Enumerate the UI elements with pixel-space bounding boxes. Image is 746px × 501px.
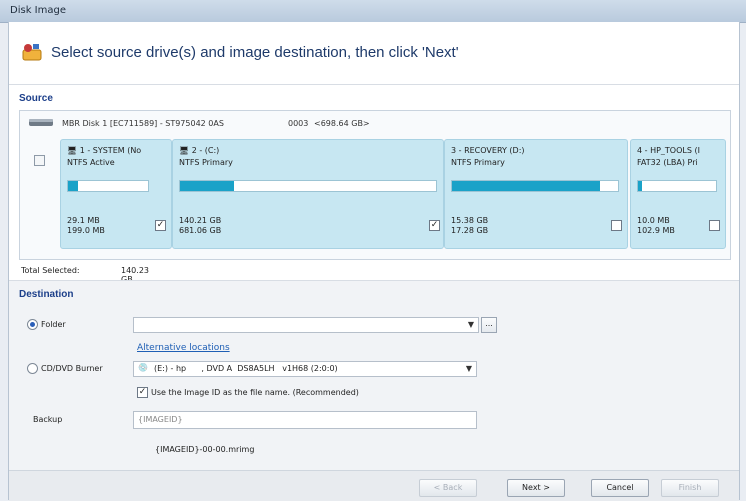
partition-used: 140.21 GB bbox=[179, 216, 222, 225]
partition-2[interactable]: 🖥 2 - (C:) NTFS Primary 140.21 GB 681.06… bbox=[172, 139, 444, 249]
chevron-down-icon: ▼ bbox=[465, 364, 472, 373]
burner-radio[interactable] bbox=[27, 363, 38, 374]
partition-used: 10.0 MB bbox=[637, 216, 670, 225]
partition-3[interactable]: 3 - RECOVERY (D:) NTFS Primary 15.38 GB … bbox=[444, 139, 628, 249]
filename-preview: {IMAGEID}-00-00.mrimg bbox=[155, 445, 255, 454]
partition-total: 199.0 MB bbox=[67, 226, 105, 235]
usage-bar bbox=[67, 180, 149, 192]
partition-4[interactable]: 4 - HP_TOOLS (I FAT32 (LBA) Pri 10.0 MB … bbox=[630, 139, 726, 249]
usage-fill bbox=[638, 181, 642, 191]
burner-label: CD/DVD Burner bbox=[41, 364, 103, 373]
header-divider bbox=[9, 84, 739, 85]
usage-bar bbox=[179, 180, 437, 192]
alternative-locations-link[interactable]: Alternative locations bbox=[137, 343, 230, 353]
partition-used: 15.38 GB bbox=[451, 216, 489, 225]
partition-checkbox[interactable]: ✓ bbox=[155, 220, 166, 231]
burner-select[interactable]: 💿 (E:) - hp , DVD A DS8A5LH v1H68 (2:0:0… bbox=[133, 361, 477, 377]
usage-bar bbox=[637, 180, 717, 192]
total-selected: Total Selected: 140.23 GB bbox=[21, 266, 149, 284]
partition-fs: NTFS Active bbox=[67, 158, 115, 167]
destination-panel: Destination Folder ▼ ... Alternative loc… bbox=[9, 280, 739, 471]
partition-used: 29.1 MB bbox=[67, 216, 100, 225]
finish-button[interactable]: Finish bbox=[661, 479, 719, 497]
use-image-id-label: Use the Image ID as the file name. (Reco… bbox=[151, 388, 359, 397]
partition-checkbox[interactable] bbox=[709, 220, 720, 231]
title-bar: Disk Image bbox=[0, 0, 746, 23]
partition-fs: NTFS Primary bbox=[179, 158, 233, 167]
next-button[interactable]: Next > bbox=[507, 479, 565, 497]
partition-fs: FAT32 (LBA) Pri bbox=[637, 158, 698, 167]
browse-button[interactable]: ... bbox=[481, 317, 497, 333]
dvd-drive-icon: 💿 bbox=[138, 363, 148, 372]
back-button[interactable]: < Back bbox=[419, 479, 477, 497]
disk-image-icon bbox=[22, 44, 42, 61]
partition-total: 17.28 GB bbox=[451, 226, 489, 235]
partition-1[interactable]: 🖥 1 - SYSTEM (No NTFS Active 29.1 MB 199… bbox=[60, 139, 172, 249]
partition-total: 102.9 MB bbox=[637, 226, 675, 235]
destination-label: Destination bbox=[19, 289, 74, 300]
disk-info: MBR Disk 1 [EC711589] - ST975042 0AS 000… bbox=[62, 119, 370, 128]
usage-fill bbox=[452, 181, 600, 191]
usage-fill bbox=[68, 181, 78, 191]
disk-id: 0003 bbox=[288, 119, 309, 128]
header: Select source drive(s) and image destina… bbox=[9, 22, 739, 84]
partition-name: 🖥 2 - (C:) bbox=[179, 146, 220, 155]
hard-disk-icon bbox=[29, 119, 53, 126]
footer: < Back Next > Cancel Finish bbox=[9, 470, 739, 501]
chevron-down-icon: ▼ bbox=[467, 320, 474, 329]
dialog: Select source drive(s) and image destina… bbox=[8, 22, 740, 501]
window-title: Disk Image bbox=[10, 5, 66, 16]
folder-label: Folder bbox=[41, 320, 66, 329]
source-label: Source bbox=[19, 93, 53, 104]
folder-input[interactable]: ▼ bbox=[133, 317, 479, 333]
partition-fs: NTFS Primary bbox=[451, 158, 505, 167]
burner-value: (E:) - hp , DVD A DS8A5LH v1H68 (2:0:0) bbox=[154, 364, 338, 373]
partition-checkbox[interactable]: ✓ bbox=[429, 220, 440, 231]
partition-name: 4 - HP_TOOLS (I bbox=[637, 146, 700, 155]
partition-total: 681.06 GB bbox=[179, 226, 222, 235]
usage-fill bbox=[180, 181, 234, 191]
usage-bar bbox=[451, 180, 619, 192]
folder-radio[interactable] bbox=[27, 319, 38, 330]
partition-checkbox[interactable] bbox=[611, 220, 622, 231]
use-image-id-checkbox[interactable]: ✓ bbox=[137, 387, 148, 398]
backup-label: Backup bbox=[33, 415, 63, 424]
disk-select-checkbox[interactable] bbox=[34, 155, 45, 166]
partition-name: 🖥 1 - SYSTEM (No bbox=[67, 146, 142, 155]
backup-name-input[interactable]: {IMAGEID} bbox=[133, 411, 477, 429]
page-title: Select source drive(s) and image destina… bbox=[51, 44, 459, 61]
total-selected-label: Total Selected: bbox=[21, 266, 80, 275]
partition-name: 3 - RECOVERY (D:) bbox=[451, 146, 525, 155]
disk-name: MBR Disk 1 [EC711589] - ST975042 0AS bbox=[62, 119, 224, 128]
disk-size: <698.64 GB> bbox=[314, 119, 370, 128]
source-panel: MBR Disk 1 [EC711589] - ST975042 0AS 000… bbox=[19, 110, 731, 260]
cancel-button[interactable]: Cancel bbox=[591, 479, 649, 497]
